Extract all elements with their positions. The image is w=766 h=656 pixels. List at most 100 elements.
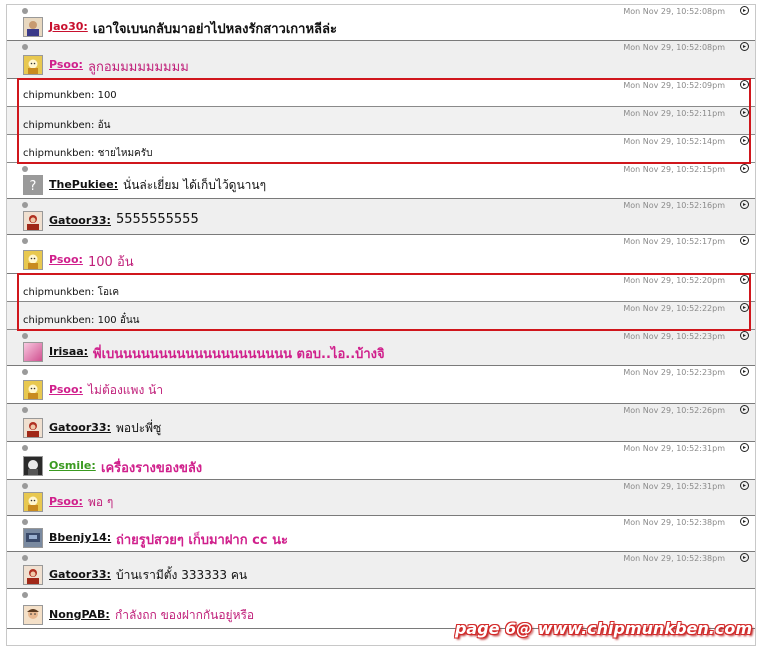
reply-arrow-icon[interactable]: ▸ <box>740 367 749 376</box>
reply-arrow-icon[interactable]: ▸ <box>740 108 749 117</box>
user-avatar[interactable] <box>23 17 43 37</box>
reply-arrow-icon[interactable]: ▸ <box>740 80 749 89</box>
message-timestamp: Mon Nov 29, 10:52:26pm <box>623 406 725 415</box>
username-link[interactable]: Gatoor33: <box>49 421 111 434</box>
svg-text:?: ? <box>30 179 37 194</box>
chat-message: Psoo: 100 อ้น Mon Nov 29, 10:52:17pm ▸ <box>7 235 755 274</box>
online-status-dot <box>22 333 28 339</box>
message-text: เอาใจเบนกลับมาอย่าไปหลงรักสาวเกาหลีล่ะ <box>93 22 337 37</box>
online-status-dot <box>22 555 28 561</box>
message-text: ชายไหมครับ <box>97 148 153 159</box>
message-timestamp: Mon Nov 29, 10:52:08pm <box>623 7 725 16</box>
message-text: เครื่องรางของขลัง <box>101 461 203 476</box>
message-timestamp: Mon Nov 29, 10:52:23pm <box>623 368 725 377</box>
user-avatar[interactable] <box>23 565 43 585</box>
reply-arrow-icon[interactable]: ▸ <box>740 517 749 526</box>
message-text: พอปะพี่ซู <box>116 421 162 435</box>
bot-username: chipmunkben: <box>23 315 95 326</box>
reply-arrow-icon[interactable]: ▸ <box>740 164 749 173</box>
message-text: 5555555555 <box>116 212 199 227</box>
chat-message: Gatoor33: 5555555555 Mon Nov 29, 10:52:16p… <box>7 199 755 235</box>
message-timestamp: Mon Nov 29, 10:52:15pm <box>623 165 725 174</box>
message-timestamp: Mon Nov 29, 10:52:23pm <box>623 332 725 341</box>
online-status-dot <box>22 44 28 50</box>
chat-message: Gatoor33: พอปะพี่ซู Mon Nov 29, 10:52:26pm… <box>7 404 755 442</box>
reply-arrow-icon[interactable]: ▸ <box>740 481 749 490</box>
reply-arrow-icon[interactable]: ▸ <box>740 136 749 145</box>
username-link[interactable]: Gatoor33: <box>49 568 111 581</box>
message-timestamp: Mon Nov 29, 10:52:20pm <box>623 276 725 285</box>
message-text: ไม่ต้องแพง น้า <box>88 383 164 397</box>
online-status-dot <box>22 202 28 208</box>
username-link[interactable]: Psoo: <box>49 495 83 508</box>
online-status-dot <box>22 407 28 413</box>
chat-message: Osmile: เครื่องรางของขลัง Mon Nov 29, 10:5… <box>7 442 755 480</box>
username-link[interactable]: Bbenjy14: <box>49 531 111 544</box>
online-status-dot <box>22 483 28 489</box>
message-text: อ้น <box>97 120 111 131</box>
message-text: ถ่ายรูปสวยๆ เก็บมาฝาก cc นะ <box>116 533 288 548</box>
message-timestamp: Mon Nov 29, 10:52:31pm <box>623 482 725 491</box>
bot-message-line: chipmunkben: ชายไหมครับ <box>23 146 152 161</box>
chat-message: Bbenjy14: ถ่ายรูปสวยๆ เก็บมาฝาก cc นะ Mon … <box>7 516 755 552</box>
user-avatar[interactable]: ? <box>23 175 43 195</box>
chat-log-panel: Jao30: เอาใจเบนกลับมาอย่าไปหลงรักสาวเกาหล… <box>6 4 756 646</box>
bot-message: chipmunkben: โอเค Mon Nov 29, 10:52:20pm ▸ <box>7 274 755 302</box>
chat-message: ? ThePukiee: นั่นล่ะเยี่ยม ได้เก็บไว้ดูนาน… <box>7 163 755 199</box>
user-avatar[interactable] <box>23 55 43 75</box>
user-avatar[interactable] <box>23 342 43 362</box>
username-link[interactable]: Gatoor33: <box>49 214 111 227</box>
username-link[interactable]: Jao30: <box>49 20 88 33</box>
message-text: 100 <box>97 90 117 101</box>
username-link[interactable]: Osmile: <box>49 459 96 472</box>
message-timestamp: Mon Nov 29, 10:52:08pm <box>623 43 725 52</box>
reply-arrow-icon[interactable]: ▸ <box>740 553 749 562</box>
online-status-dot <box>22 166 28 172</box>
reply-arrow-icon[interactable]: ▸ <box>740 303 749 312</box>
bot-username: chipmunkben: <box>23 90 95 101</box>
chat-feed: Jao30: เอาใจเบนกลับมาอย่าไปหลงรักสาวเกาหล… <box>7 5 755 629</box>
message-text: ลูกอมมมมมมมมม <box>88 60 189 75</box>
reply-arrow-icon[interactable]: ▸ <box>740 331 749 340</box>
message-text: 100 อ้น <box>88 255 134 270</box>
user-avatar[interactable] <box>23 250 43 270</box>
online-status-dot <box>22 592 28 598</box>
username-link[interactable]: ThePukiee: <box>49 178 118 191</box>
message-text: นั่นล่ะเยี่ยม ได้เก็บไว้ดูนานๆ <box>123 178 267 192</box>
username-link[interactable]: Psoo: <box>49 58 83 71</box>
username-link[interactable]: Psoo: <box>49 383 83 396</box>
message-text: 100 อั๋นน <box>97 315 140 326</box>
user-avatar[interactable] <box>23 211 43 231</box>
bot-username: chipmunkben: <box>23 148 95 159</box>
user-avatar[interactable] <box>23 528 43 548</box>
watermark: page 6@ www.chipmunkben.com <box>454 619 752 638</box>
online-status-dot <box>22 519 28 525</box>
chat-message: Jao30: เอาใจเบนกลับมาอย่าไปหลงรักสาวเกาหล… <box>7 5 755 41</box>
online-status-dot <box>22 369 28 375</box>
bot-message: chipmunkben: อ้น Mon Nov 29, 10:52:11pm ▸ <box>7 107 755 135</box>
user-avatar[interactable] <box>23 492 43 512</box>
user-avatar[interactable] <box>23 418 43 438</box>
reply-arrow-icon[interactable]: ▸ <box>740 443 749 452</box>
reply-arrow-icon[interactable]: ▸ <box>740 405 749 414</box>
chat-message: Psoo: ไม่ต้องแพง น้า Mon Nov 29, 10:52:23p… <box>7 366 755 404</box>
bot-message: chipmunkben: 100 Mon Nov 29, 10:52:09pm ▸ <box>7 79 755 107</box>
chat-message: Psoo: พอ ๆ Mon Nov 29, 10:52:31pm ▸ <box>7 480 755 516</box>
message-timestamp: Mon Nov 29, 10:52:14pm <box>623 137 725 146</box>
online-status-dot <box>22 8 28 14</box>
bot-message-line: chipmunkben: 100 อั๋นน <box>23 313 140 328</box>
message-timestamp: Mon Nov 29, 10:52:09pm <box>623 81 725 90</box>
online-status-dot <box>22 445 28 451</box>
user-avatar[interactable] <box>23 456 43 476</box>
reply-arrow-icon[interactable]: ▸ <box>740 6 749 15</box>
user-avatar[interactable] <box>23 380 43 400</box>
username-link[interactable]: NongPAB: <box>49 608 110 621</box>
username-link[interactable]: Psoo: <box>49 253 83 266</box>
message-timestamp: Mon Nov 29, 10:52:22pm <box>623 304 725 313</box>
reply-arrow-icon[interactable]: ▸ <box>740 275 749 284</box>
username-link[interactable]: Irisaa: <box>49 345 88 358</box>
reply-arrow-icon[interactable]: ▸ <box>740 42 749 51</box>
reply-arrow-icon[interactable]: ▸ <box>740 236 749 245</box>
user-avatar[interactable] <box>23 605 43 625</box>
reply-arrow-icon[interactable]: ▸ <box>740 200 749 209</box>
